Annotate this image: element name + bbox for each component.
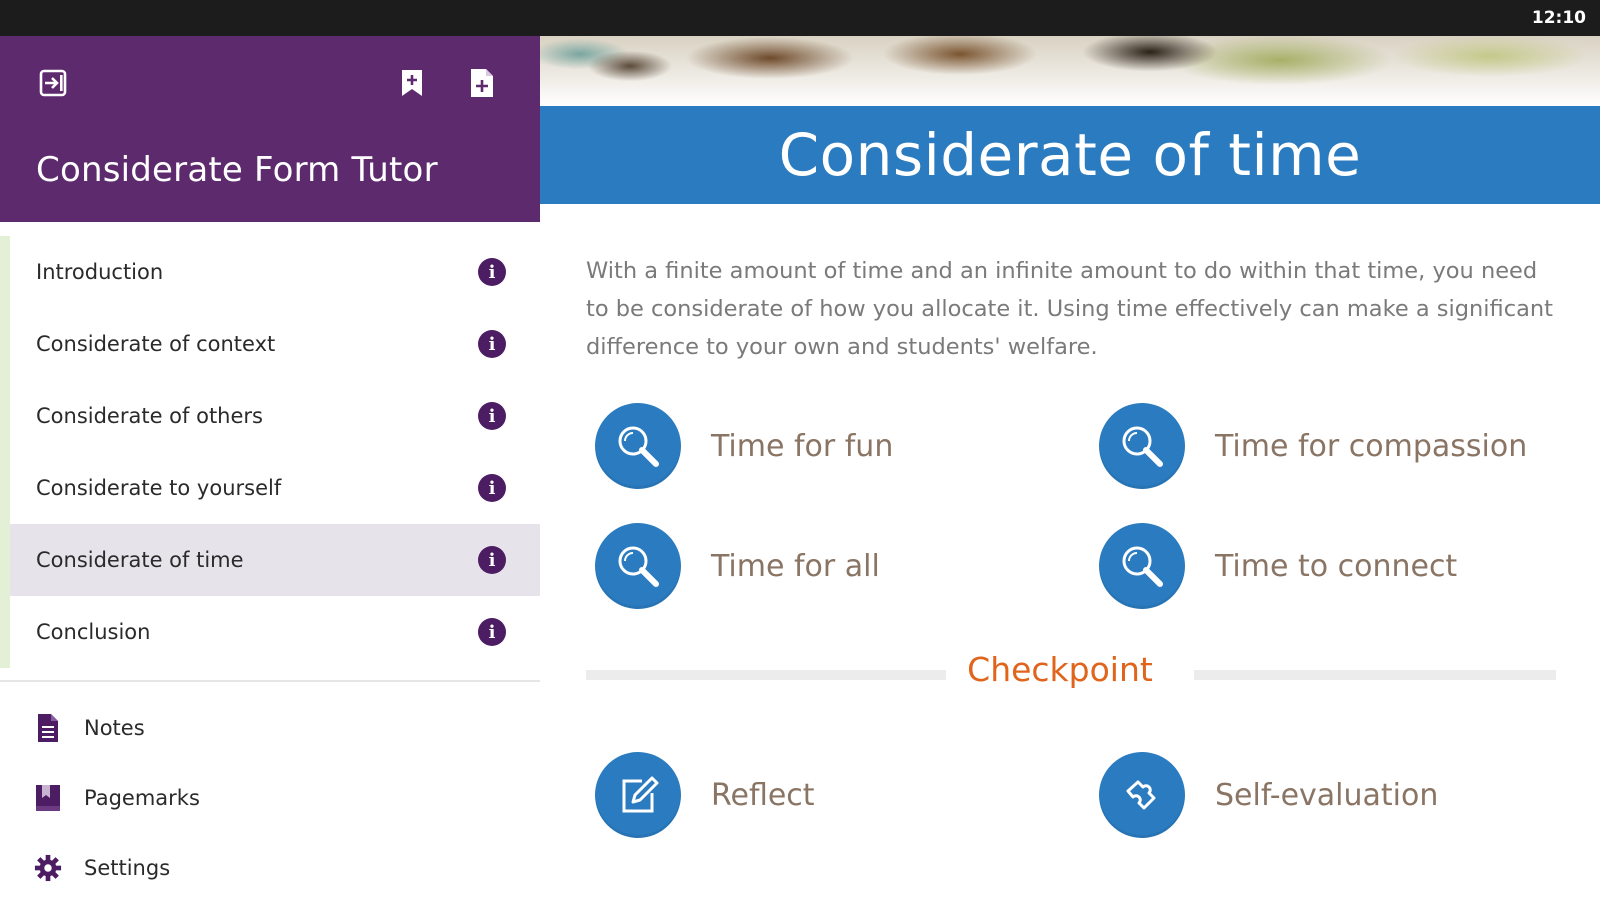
status-bar: 12:10 bbox=[0, 0, 1600, 36]
pagemarks-icon bbox=[34, 784, 62, 812]
info-icon[interactable]: i bbox=[478, 258, 506, 286]
magnifier-icon bbox=[1099, 523, 1185, 609]
checkpoint-reflect[interactable]: Reflect bbox=[595, 752, 815, 838]
menu-item-label: Settings bbox=[84, 856, 171, 880]
drawer-header: Considerate Form Tutor bbox=[0, 36, 540, 222]
magnifier-icon bbox=[595, 523, 681, 609]
topic-time-for-all[interactable]: Time for all bbox=[595, 523, 880, 609]
menu-item-label: Notes bbox=[84, 716, 145, 740]
table-of-contents: Introduction i Considerate of context i … bbox=[0, 236, 540, 676]
menu-item-notes[interactable]: Notes bbox=[0, 698, 540, 758]
menu-item-pagemarks[interactable]: Pagemarks bbox=[0, 768, 540, 828]
menu-item-label: Pagemarks bbox=[84, 786, 200, 810]
topic-time-to-connect[interactable]: Time to connect bbox=[1099, 523, 1457, 609]
notes-icon bbox=[34, 714, 62, 742]
toc-item-conclusion[interactable]: Conclusion i bbox=[10, 596, 540, 668]
page-title-bar: Considerate of time bbox=[540, 106, 1600, 204]
magnifier-icon bbox=[595, 403, 681, 489]
magnifier-icon bbox=[1099, 403, 1185, 489]
gear-icon bbox=[34, 854, 62, 882]
checkpoint-divider-left bbox=[586, 670, 946, 680]
toc-item-considerate-of-context[interactable]: Considerate of context i bbox=[10, 308, 540, 380]
toc-item-label: Considerate of others bbox=[36, 404, 263, 428]
main-content: Considerate of time With a finite amount… bbox=[540, 36, 1600, 900]
checkpoint-label: Self-evaluation bbox=[1215, 777, 1439, 813]
banner-image bbox=[540, 36, 1600, 106]
info-icon[interactable]: i bbox=[478, 330, 506, 358]
info-icon[interactable]: i bbox=[478, 474, 506, 502]
toc-item-label: Considerate of time bbox=[36, 548, 244, 572]
info-icon[interactable]: i bbox=[478, 618, 506, 646]
status-clock: 12:10 bbox=[1531, 8, 1586, 28]
topic-label: Time to connect bbox=[1215, 548, 1458, 584]
menu-item-settings[interactable]: Settings bbox=[0, 838, 540, 898]
topic-label: Time for fun bbox=[711, 428, 894, 464]
bookmark-add-icon[interactable] bbox=[397, 68, 427, 98]
toc-item-label: Considerate to yourself bbox=[36, 476, 282, 500]
topic-time-for-fun[interactable]: Time for fun bbox=[595, 403, 893, 489]
toc-item-label: Conclusion bbox=[36, 620, 151, 644]
navigation-drawer: Considerate Form Tutor Introduction i Co… bbox=[0, 36, 540, 900]
puzzle-icon bbox=[1099, 752, 1185, 838]
drawer-divider bbox=[0, 680, 540, 682]
checkpoint-divider-right bbox=[1194, 670, 1556, 680]
note-add-icon[interactable] bbox=[467, 68, 497, 98]
toc-item-introduction[interactable]: Introduction i bbox=[10, 236, 540, 308]
exit-icon[interactable] bbox=[38, 68, 68, 98]
info-icon[interactable]: i bbox=[478, 546, 506, 574]
checkpoint-title: Checkpoint bbox=[967, 650, 1153, 689]
app-title: Considerate Form Tutor bbox=[36, 150, 438, 190]
intro-paragraph: With a finite amount of time and an infi… bbox=[586, 258, 1553, 360]
toc-item-considerate-of-others[interactable]: Considerate of others i bbox=[10, 380, 540, 452]
checkpoint-self-evaluation[interactable]: Self-evaluation bbox=[1099, 752, 1438, 838]
toc-accent-strip bbox=[0, 236, 10, 668]
info-icon[interactable]: i bbox=[478, 402, 506, 430]
topic-label: Time for all bbox=[711, 548, 880, 584]
topic-time-for-compassion[interactable]: Time for compassion bbox=[1099, 403, 1527, 489]
toc-item-label: Considerate of context bbox=[36, 332, 276, 356]
topic-label: Time for compassion bbox=[1215, 428, 1528, 464]
toc-item-label: Introduction bbox=[36, 260, 164, 284]
pencil-edit-icon bbox=[595, 752, 681, 838]
toc-item-considerate-of-time[interactable]: Considerate of time i bbox=[10, 524, 540, 596]
page-title: Considerate of time bbox=[778, 121, 1362, 189]
checkpoint-label: Reflect bbox=[711, 777, 815, 813]
toc-item-considerate-to-yourself[interactable]: Considerate to yourself i bbox=[10, 452, 540, 524]
